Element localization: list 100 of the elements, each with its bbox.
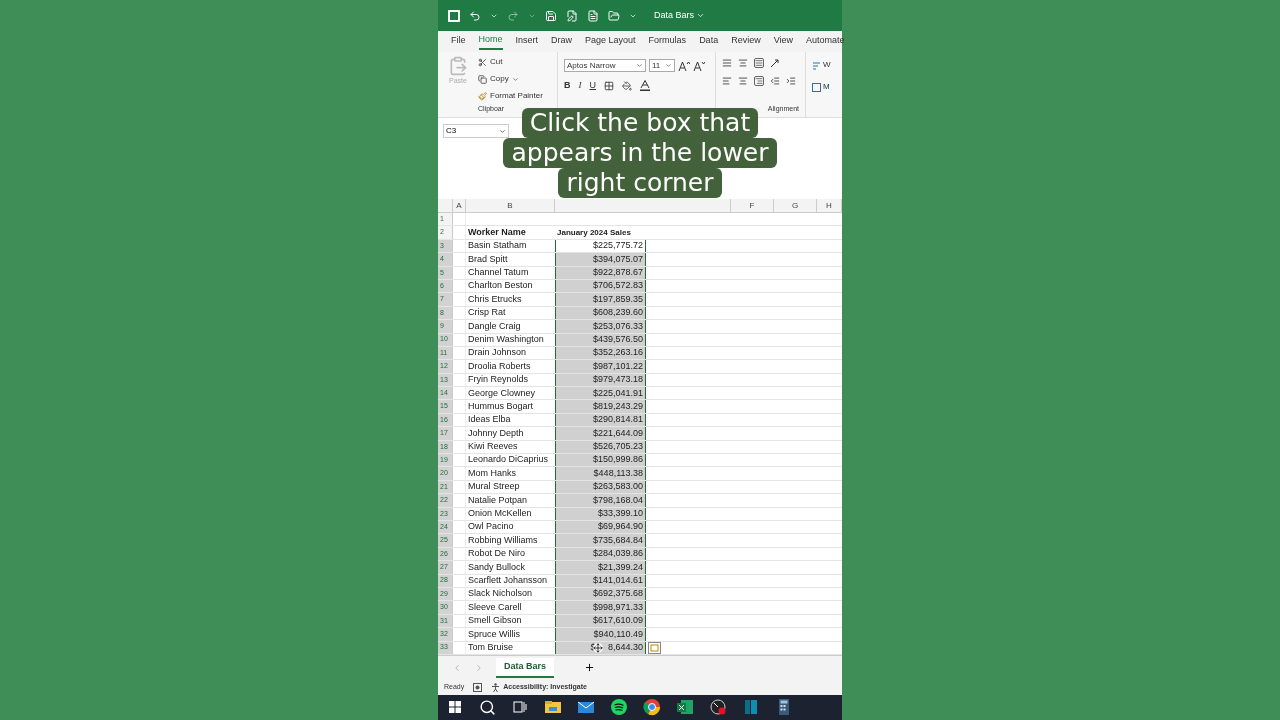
- column-header[interactable]: B: [466, 199, 555, 212]
- table-cell-text: Spruce Willis: [468, 627, 520, 641]
- table-cell-text: $225,041.91: [592, 386, 643, 400]
- table-cell: $150,999.86: [592, 453, 643, 467]
- table-cell-text: $798,168.04: [592, 493, 643, 507]
- table-cell: Fryin Reynolds: [468, 373, 529, 387]
- name-box[interactable]: C3: [443, 124, 509, 138]
- table-cell: Basin Statham: [468, 239, 527, 253]
- table-cell: Slack Nicholson: [468, 587, 533, 601]
- table-cell: Owl Pacino: [468, 520, 514, 534]
- ribbon-tab[interactable]: Page Layout: [585, 34, 636, 49]
- bottom-align-icon[interactable]: [754, 58, 764, 68]
- decrease-font-icon[interactable]: [693, 60, 705, 71]
- ribbon-tab[interactable]: Data: [699, 34, 719, 49]
- fill-color-icon[interactable]: [622, 80, 632, 91]
- folder-icon[interactable]: [608, 9, 620, 22]
- ribbon-tab[interactable]: Draw: [551, 34, 573, 49]
- borders-icon[interactable]: [604, 80, 614, 91]
- middle-align-icon[interactable]: [738, 58, 748, 68]
- table-cell: Onion McKellen: [468, 507, 532, 521]
- decrease-indent-icon[interactable]: [770, 76, 780, 86]
- table-cell-text: $998,971.33: [592, 600, 643, 614]
- caret-icon: [665, 62, 672, 69]
- align-left-icon[interactable]: [722, 76, 732, 86]
- column-header[interactable]: F: [731, 199, 774, 212]
- undo-icon[interactable]: [469, 9, 481, 22]
- table-cell-text: $141,014.61: [592, 574, 643, 587]
- top-align-icon[interactable]: [722, 58, 732, 68]
- search-icon[interactable]: [479, 698, 496, 716]
- panel-app-icon[interactable]: [742, 698, 760, 717]
- table-cell: $33,399.10: [597, 507, 643, 521]
- edit-document-icon[interactable]: [566, 9, 578, 22]
- table-cell: $290,814.81: [592, 413, 643, 427]
- table-cell-text: $394,075.07: [592, 252, 643, 266]
- table-cell-text: Channel Tatum: [468, 266, 529, 279]
- ribbon-tab[interactable]: Insert: [515, 34, 539, 49]
- column-header[interactable]: G: [774, 199, 817, 212]
- ribbon-tab[interactable]: Formulas: [648, 34, 687, 49]
- table-cell-text: $987,101.22: [592, 359, 643, 373]
- ribbon-tab[interactable]: Review: [731, 34, 761, 49]
- font-color-icon[interactable]: [640, 80, 650, 92]
- table-cell-text: $439,576.50: [592, 332, 643, 346]
- orientation-icon[interactable]: [770, 58, 782, 68]
- wrap-text-icon: [812, 60, 821, 70]
- add-sheet-icon[interactable]: [584, 662, 596, 674]
- table-cell: $692,375.68: [592, 587, 643, 601]
- table-cell: Drain Johnson: [468, 346, 527, 360]
- quick-analysis-icon[interactable]: [648, 641, 661, 654]
- align-right-icon[interactable]: [754, 76, 764, 86]
- align-center-icon[interactable]: [738, 76, 748, 86]
- browser-icon[interactable]: [643, 698, 661, 717]
- table-cell-text: $197,859.35: [592, 292, 643, 306]
- caret-icon: [499, 127, 506, 135]
- caret-icon: [696, 11, 706, 20]
- table-cell-text: $819,243.29: [592, 399, 643, 413]
- ribbon-tab[interactable]: Home: [478, 33, 503, 50]
- table-cell-text: $448,113.38: [593, 466, 643, 480]
- format-painter-button[interactable]: Format Painter: [478, 90, 543, 102]
- sheet-tab[interactable]: Data Bars: [496, 657, 555, 678]
- table-cell: Ideas Elba: [468, 413, 511, 427]
- table-cell: $284,039.86: [592, 547, 643, 561]
- paintbrush-icon: [478, 91, 487, 101]
- save-icon[interactable]: [545, 9, 557, 22]
- new-file-icon[interactable]: [587, 9, 599, 22]
- column-header[interactable]: H: [817, 199, 842, 212]
- table-cell-text: Tom Bruise: [468, 640, 513, 654]
- document-title-button[interactable]: Data Bars: [654, 8, 706, 23]
- table-cell: $617,610.09: [592, 614, 643, 628]
- table-cell-text: Denim Washington: [468, 332, 544, 346]
- wrap-text-button[interactable]: W: [812, 59, 831, 71]
- ribbon-tab[interactable]: File: [451, 34, 466, 49]
- clipboard-icon: [448, 56, 468, 76]
- cut-button[interactable]: Cut: [478, 56, 543, 68]
- font-size-field[interactable]: 11: [649, 59, 675, 72]
- table-cell-text: $940,110.49: [593, 627, 643, 641]
- italic-button[interactable]: I: [578, 79, 582, 93]
- table-cell-text: Sandy Bullock: [468, 560, 526, 574]
- bold-button[interactable]: B: [564, 79, 571, 93]
- spreadsheet-app-icon[interactable]: [676, 698, 694, 717]
- table-cell: $526,705.23: [592, 440, 643, 454]
- macro-icon: [473, 682, 483, 692]
- ribbon-tab[interactable]: View: [773, 34, 793, 49]
- merge-button[interactable]: M: [812, 81, 831, 93]
- underline-button[interactable]: U: [589, 79, 596, 93]
- table-cell: $979,473.18: [592, 373, 643, 387]
- table-cell-text: George Clowney: [468, 386, 536, 400]
- caret-icon: [636, 62, 643, 69]
- copy-button[interactable]: Copy: [478, 73, 543, 85]
- increase-font-icon[interactable]: [678, 60, 690, 71]
- increase-indent-icon[interactable]: [786, 76, 796, 86]
- table-cell: Robot De Niro: [468, 547, 526, 561]
- table-cell: Kiwi Reeves: [468, 440, 518, 454]
- font-name-field[interactable]: Aptos Narrow: [564, 59, 646, 72]
- music-app-icon[interactable]: [610, 698, 628, 717]
- table-cell: $69,964.90: [597, 520, 643, 534]
- table-cell: $352,263.16: [592, 346, 643, 360]
- table-cell-text: Worker Name: [468, 225, 526, 239]
- gauge-app-icon[interactable]: [709, 698, 727, 717]
- table-cell: Charlton Beston: [468, 279, 533, 293]
- column-header[interactable]: A: [453, 199, 466, 212]
